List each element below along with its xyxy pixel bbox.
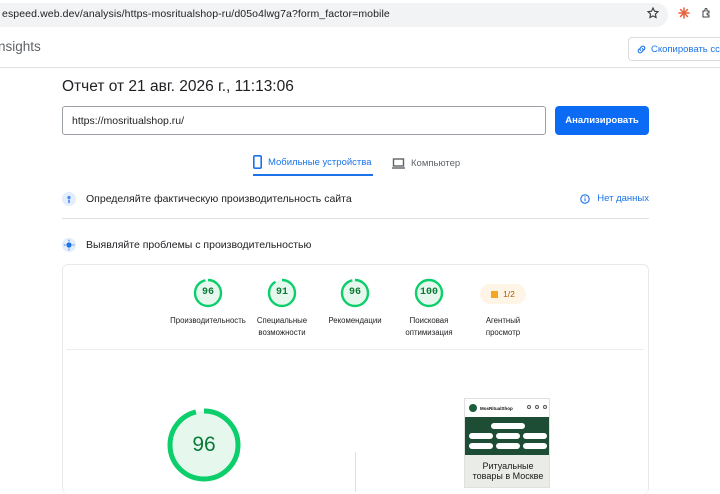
extension-sparkle-icon[interactable] [678, 7, 690, 19]
address-bar-url[interactable]: espeed.web.dev/analysis/https-mosrituals… [2, 8, 390, 20]
link-icon [637, 45, 646, 53]
preview-category-pill [496, 443, 520, 449]
agentic-browsing-badge[interactable]: 1/2 [480, 284, 526, 304]
average-square-icon [491, 290, 499, 298]
preview-category-pill [469, 433, 493, 439]
gauge-ring: 91 [267, 278, 297, 308]
score-value: 96 [201, 287, 214, 298]
preview-logo [469, 404, 477, 412]
card-divider [66, 349, 644, 350]
tab-desktop[interactable]: Компьютер [392, 150, 460, 176]
field-data-section: Определяйте фактическую производительнос… [62, 189, 649, 209]
score-gauge-seo[interactable]: 100 Поисковая оптимизация [389, 278, 469, 339]
score-label: Поисковая оптимизация [405, 316, 453, 337]
address-bar[interactable]: espeed.web.dev/analysis/https-mosrituals… [0, 3, 668, 27]
preview-category-pill [469, 443, 493, 449]
score-value: 100 [419, 287, 438, 298]
section-divider [62, 218, 649, 219]
preview-header: MosRitualShop [465, 399, 549, 417]
smartphone-icon [253, 155, 262, 169]
analyze-button[interactable]: Анализировать [555, 106, 649, 135]
browser-toolbar: espeed.web.dev/analysis/https-mosrituals… [0, 0, 720, 30]
preview-category-pill [523, 433, 547, 439]
info-icon [580, 193, 591, 204]
score-label: Рекомендации [328, 316, 382, 325]
no-data-label: Нет данных [597, 193, 649, 204]
tab-mobile-label: Мобильные устройства [268, 156, 372, 168]
report-title: Отчет от 21 авг. 2026 г., 11:13:06 [62, 78, 294, 95]
copy-link-label: Скопировать ссыл [651, 43, 720, 55]
preview-phone-pill [491, 423, 525, 429]
score-gauge-best-practices[interactable]: 96 Рекомендации [315, 278, 395, 327]
laptop-icon [392, 157, 405, 169]
tab-desktop-label: Компьютер [411, 157, 461, 169]
url-input[interactable] [62, 106, 546, 135]
tab-mobile[interactable]: Мобильные устройства [253, 150, 374, 176]
lab-data-section: Выявляйте проблемы с производительностью [62, 235, 649, 255]
lighthouse-burst-icon [62, 238, 76, 252]
preview-category-pill [523, 443, 547, 449]
main-performance-score: 96 [192, 433, 216, 456]
app-header: nsights Скопировать ссыл [0, 30, 720, 68]
score-value: 91 [275, 287, 288, 298]
gauge-ring: 96 [193, 278, 223, 308]
preview-site-name: MosRitualShop [480, 405, 513, 411]
no-data-indicator[interactable]: Нет данных [580, 193, 649, 204]
users-globe-icon [62, 192, 76, 206]
brand-title: nsights [0, 39, 41, 54]
extensions-puzzle-icon[interactable] [701, 7, 713, 19]
score-label: Специальные возможности [256, 316, 308, 337]
lab-data-title: Выявляйте проблемы с производительностью [86, 239, 312, 251]
preview-category-pill [496, 433, 520, 439]
agentic-browsing-value: 1/2 [503, 289, 515, 299]
preview-header-icons [527, 405, 547, 409]
gauge-ring: 100 [414, 278, 444, 308]
gauge-ring: 96 [340, 278, 370, 308]
page-screenshot-preview: MosRitualShop Ритуальные товары в Москве [464, 398, 550, 488]
bookmark-star-icon[interactable] [646, 6, 660, 20]
agentic-browsing-label: Агентный просмотр [485, 316, 521, 337]
copy-link-button[interactable]: Скопировать ссыл [628, 37, 720, 61]
score-gauge-accessibility[interactable]: 91 Специальные возможности [242, 278, 322, 339]
vertical-divider [355, 452, 356, 492]
score-value: 96 [348, 287, 361, 298]
field-data-title: Определяйте фактическую производительнос… [86, 193, 352, 205]
score-label: Производительность [170, 316, 246, 325]
preview-headline: Ритуальные товары в Москве [472, 461, 544, 481]
score-gauge-performance[interactable]: 96 Производительность [168, 278, 248, 327]
